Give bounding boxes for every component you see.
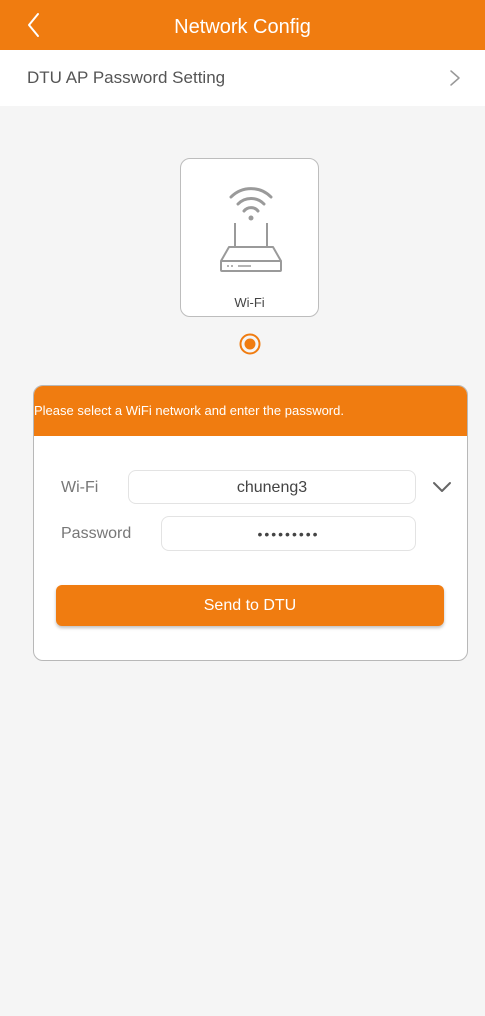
config-header: Please select a WiFi network and enter t… xyxy=(34,386,467,436)
dtu-ap-password-setting-label: DTU AP Password Setting xyxy=(27,68,226,87)
wifi-label: Wi-Fi xyxy=(61,479,99,496)
dtu-ap-password-setting-row[interactable]: DTU AP Password Setting xyxy=(0,50,485,106)
wifi-device-label: Wi-Fi xyxy=(234,295,265,310)
wifi-ssid-field[interactable]: chuneng3 xyxy=(128,470,416,504)
page-title: Network Config xyxy=(174,16,311,38)
config-instruction: Please select a WiFi network and enter t… xyxy=(34,403,344,418)
password-label: Password xyxy=(61,525,132,542)
chevron-down-icon[interactable] xyxy=(431,480,453,494)
send-to-dtu-button[interactable]: Send to DTU xyxy=(56,585,444,626)
radio-button-selected[interactable] xyxy=(239,333,261,355)
wifi-device-card[interactable]: Wi-Fi xyxy=(180,158,319,317)
wifi-config-card: Please select a WiFi network and enter t… xyxy=(33,385,468,661)
wifi-router-icon xyxy=(220,187,282,272)
top-bar: Network Config xyxy=(0,0,485,50)
password-field[interactable]: ••••••••• xyxy=(161,516,416,551)
chevron-right-icon xyxy=(450,70,460,86)
